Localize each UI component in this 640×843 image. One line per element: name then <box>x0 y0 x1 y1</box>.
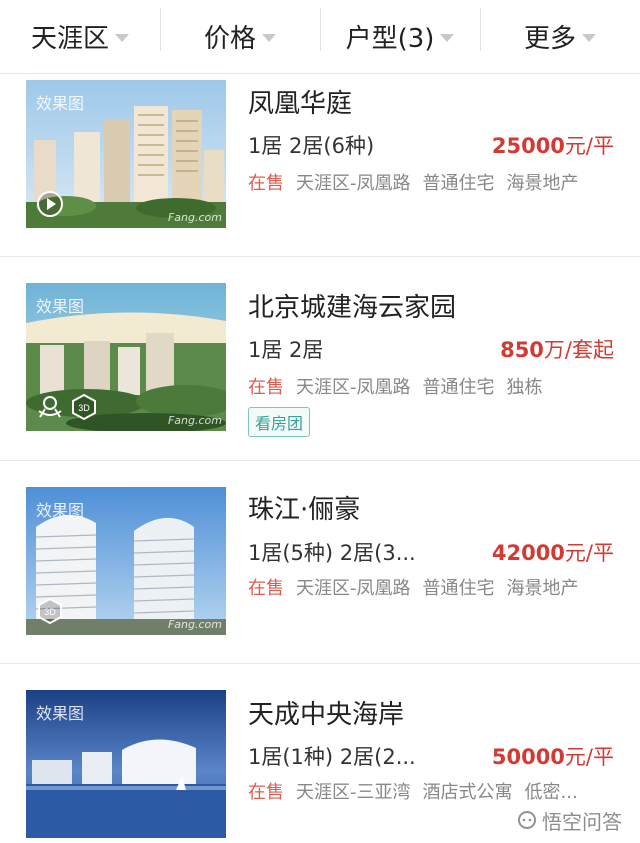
sale-status: 在售 <box>248 173 284 194</box>
listing-price: 850万/套起 <box>500 334 614 364</box>
caret-down-icon <box>440 33 455 42</box>
location: 天涯区-凤凰路 <box>296 578 411 599</box>
image-tag: 效果图 <box>36 704 85 723</box>
caret-down-icon <box>582 33 596 42</box>
listing-item[interactable]: 效果图 Fang.com 3D 北京城建海云家园 1居 2居 850万/套起 在… <box>0 257 640 461</box>
sale-status: 在售 <box>248 578 284 599</box>
filter-district[interactable]: 天涯区 <box>0 0 160 73</box>
listing-title: 北京城建海云家园 <box>248 293 457 323</box>
image-watermark: Fang.com <box>167 414 222 427</box>
listing-price: 42000元/平 <box>492 537 614 567</box>
listing-item[interactable]: 效果图 Fang.com 凤凰华庭 1居 2居(6种) 25000元/平 在售天… <box>0 75 640 257</box>
location: 天涯区-凤凰路 <box>296 173 411 194</box>
filter-label: 天涯区 <box>30 24 109 54</box>
filter-more[interactable]: 更多 <box>480 0 640 73</box>
filter-label: 更多 <box>523 24 576 54</box>
listing-title: 珠江·俪豪 <box>248 495 361 525</box>
tour-group-badge[interactable]: 看房团 <box>248 407 311 437</box>
price-value: 42000 <box>491 541 565 565</box>
feature-tag: 独栋 <box>506 377 543 398</box>
feature-tag: 海景地产 <box>506 173 579 194</box>
property-type: 普通住宅 <box>422 578 495 599</box>
play-icon[interactable] <box>36 190 64 218</box>
listing-image: 效果图 Fang.com 3D <box>26 487 226 635</box>
listing-rooms: 1居 2居(6种) <box>248 134 375 158</box>
source-watermark: 悟空问答 <box>516 806 622 835</box>
listing-meta: 在售 天涯区-凤凰路 普通住宅 海景地产 <box>248 574 591 600</box>
listing-price: 50000元/平 <box>492 741 614 771</box>
listing-price: 25000元/平 <box>492 130 614 160</box>
caret-down-icon <box>115 33 129 42</box>
listing-rooms: 1居(1种) 2居(2... <box>248 745 416 769</box>
filter-label: 户型(3) <box>345 24 435 54</box>
location: 天涯区-凤凰路 <box>296 377 411 398</box>
filter-price[interactable]: 价格 <box>160 0 320 73</box>
price-value: 25000 <box>491 134 565 158</box>
image-tag: 效果图 <box>36 94 85 113</box>
property-type: 普通住宅 <box>422 377 495 398</box>
location: 天涯区-三亚湾 <box>296 782 411 803</box>
vr-icon[interactable] <box>36 393 64 421</box>
listing-rooms: 1居(5种) 2居(3... <box>248 541 416 565</box>
listing-item[interactable]: 效果图 Fang.com 3D 珠江·俪豪 1居(5种) 2居(3... 420… <box>0 461 640 664</box>
filter-layout[interactable]: 户型(3) <box>320 0 480 73</box>
listing-title: 天成中央海岸 <box>248 700 405 730</box>
listing-image: 效果图 Fang.com 3D <box>26 283 226 431</box>
listing-image: 效果图 Fang.com <box>26 80 226 228</box>
chat-bubble-icon <box>518 810 536 829</box>
svg-text:3D: 3D <box>78 403 90 413</box>
listing-rooms: 1居 2居 <box>248 338 324 362</box>
price-unit: 元/平 <box>564 541 614 565</box>
listing-meta: 在售 天涯区-三亚湾 酒店式公寓 低密... <box>248 778 590 804</box>
svg-text:3D: 3D <box>44 607 56 617</box>
filter-label: 价格 <box>203 24 256 54</box>
caret-down-icon <box>262 33 276 42</box>
3d-icon[interactable]: 3D <box>70 393 98 421</box>
sale-status: 在售 <box>248 377 284 398</box>
price-value: 850 <box>500 338 544 362</box>
property-type: 酒店式公寓 <box>422 782 513 803</box>
image-tag: 效果图 <box>36 501 85 520</box>
property-type: 普通住宅 <box>422 173 495 194</box>
price-unit: 元/平 <box>564 134 614 158</box>
filter-bar: 天涯区 价格 户型(3) 更多 <box>0 0 640 74</box>
image-watermark: Fang.com <box>167 618 222 631</box>
price-unit: 万/套起 <box>543 338 614 362</box>
3d-icon[interactable]: 3D <box>36 597 64 625</box>
listing-title: 凤凰华庭 <box>248 89 353 119</box>
watermark-text: 悟空问答 <box>542 810 622 834</box>
feature-tag: 低密... <box>524 782 578 803</box>
image-tag: 效果图 <box>36 297 85 316</box>
price-unit: 元/平 <box>564 745 614 769</box>
listing-meta: 在售 天涯区-凤凰路 普通住宅 独栋 <box>248 373 555 399</box>
listing-image: 效果图 <box>26 690 226 838</box>
listing-meta: 在售 天涯区-凤凰路 普通住宅 海景地产 <box>248 169 591 195</box>
feature-tag: 海景地产 <box>506 578 579 599</box>
price-value: 50000 <box>491 745 565 769</box>
sale-status: 在售 <box>248 782 284 803</box>
image-watermark: Fang.com <box>167 211 222 224</box>
